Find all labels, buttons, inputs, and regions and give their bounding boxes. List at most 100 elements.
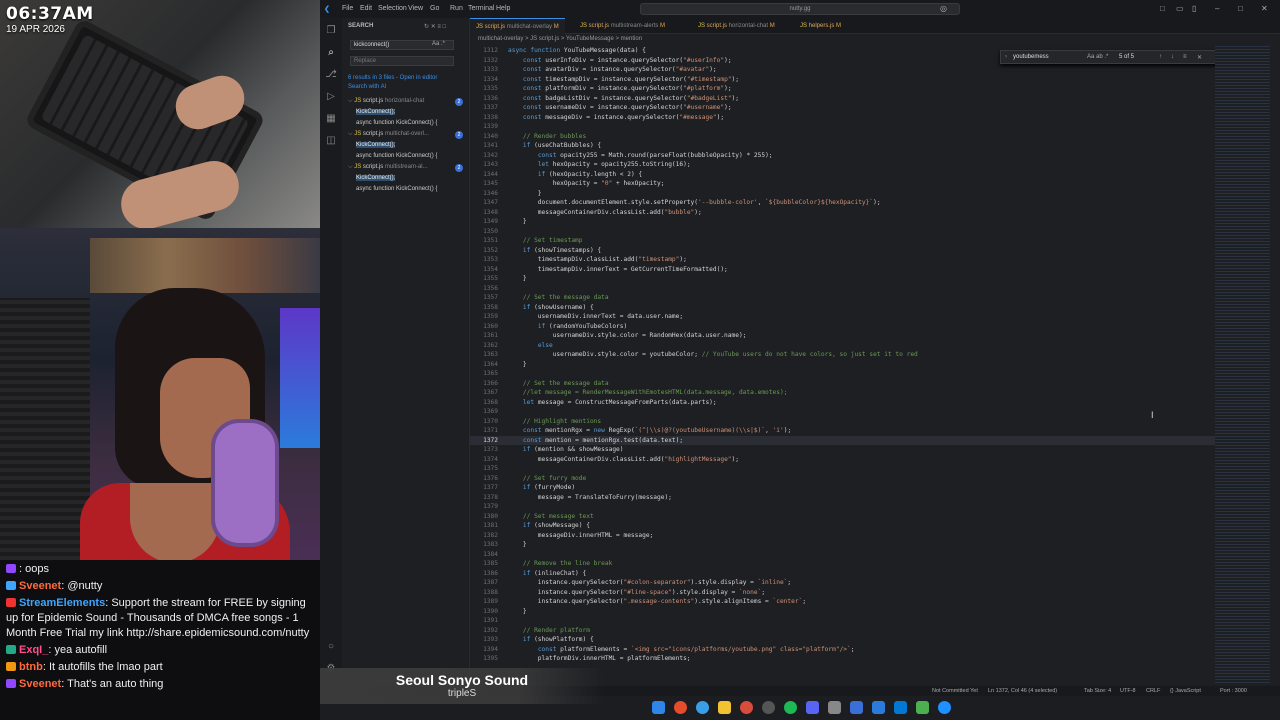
chevron-right-icon[interactable]: ›	[1005, 54, 1007, 60]
code-line[interactable]: 1351 // Set timestamp	[470, 236, 1230, 246]
app-icon[interactable]	[916, 701, 929, 714]
code-line[interactable]: 1394 const platformElements = `<img src=…	[470, 645, 1230, 655]
replace-input[interactable]: Replace	[350, 56, 454, 66]
chrome-icon[interactable]	[674, 701, 687, 714]
sidebar-toggle-icon[interactable]: ▯	[1192, 4, 1196, 13]
code-line[interactable]: 1364 }	[470, 360, 1230, 370]
code-line[interactable]: 1337 const usernameDiv = instance.queryS…	[470, 103, 1230, 113]
find-close-icon[interactable]: ✕	[1197, 54, 1202, 61]
code-line[interactable]: 1388 instance.querySelector("#line-space…	[470, 588, 1230, 598]
code-line[interactable]: 1346 }	[470, 189, 1230, 199]
github-icon[interactable]	[762, 701, 775, 714]
menu-selection[interactable]: Selection	[378, 5, 407, 12]
code-line[interactable]: 1379	[470, 502, 1230, 512]
breadcrumb[interactable]: multichat-overlay > JS script.js > YouTu…	[470, 34, 1280, 44]
code-line[interactable]: 1391	[470, 616, 1230, 626]
menu-view[interactable]: View	[408, 5, 423, 12]
tab-size[interactable]: Tab Size: 4	[1084, 686, 1111, 696]
source-control-icon[interactable]: ⎇	[324, 68, 338, 82]
code-line[interactable]: 1347 document.documentElement.style.setP…	[470, 198, 1230, 208]
code-line[interactable]: 1369	[470, 407, 1230, 417]
code-line[interactable]: 1340 // Render bubbles	[470, 132, 1230, 142]
code-line[interactable]: 1349 }	[470, 217, 1230, 227]
code-line[interactable]: 1386 if (inlineChat) {	[470, 569, 1230, 579]
git-blame-status[interactable]: Not Committed Yet	[932, 686, 978, 696]
code-line[interactable]: 1390 }	[470, 607, 1230, 617]
code-line[interactable]: 1372 const mention = mentionRgx.test(dat…	[470, 435, 1230, 445]
code-editor[interactable]: 1312 async function YouTubeMessage(data) …	[470, 44, 1230, 666]
tab-script-js[interactable]: JS script.js horizontal-chat M	[692, 18, 781, 34]
find-prev-icon[interactable]: ↑	[1159, 54, 1162, 60]
code-line[interactable]: 1362 else	[470, 341, 1230, 351]
app-icon[interactable]	[850, 701, 863, 714]
code-line[interactable]: 1366 // Set the message data	[470, 379, 1230, 389]
code-line[interactable]: 1368 let message = ConstructMessageFromP…	[470, 398, 1230, 408]
match-case-icon[interactable]: Aa .*	[432, 41, 445, 47]
line-ending[interactable]: CRLF	[1146, 686, 1160, 696]
search-result-item[interactable]: KickConnect();	[356, 175, 396, 181]
chat-username[interactable]: StreamElements	[19, 597, 105, 609]
chat-username[interactable]: ExqI_	[19, 644, 48, 656]
code-line[interactable]: 1395 platformDiv.innerHTML = platformEle…	[470, 654, 1230, 664]
search-result-file[interactable]: ⌵ JS script.js multichat-overl...	[348, 131, 429, 138]
close-icon[interactable]: ✕	[1261, 4, 1268, 13]
code-line[interactable]: 1377 if (furryMode)	[470, 483, 1230, 493]
search-with-ai-link[interactable]: Search with AI	[348, 84, 386, 90]
search-result-item[interactable]: async function KickConnect() {	[356, 153, 437, 159]
code-line[interactable]: 1338 const messageDiv = instance.querySe…	[470, 113, 1230, 123]
tab-script-js[interactable]: JS script.js multistream-alerts M	[574, 18, 671, 34]
remote-icon[interactable]: ◫	[324, 134, 338, 148]
layout-icon[interactable]: □	[1160, 4, 1165, 13]
code-line[interactable]: 1333 const avatarDiv = instance.querySel…	[470, 65, 1230, 75]
panel-icon[interactable]: ▭	[1176, 4, 1184, 13]
code-line[interactable]: 1376 // Set furry mode	[470, 474, 1230, 484]
menu-go[interactable]: Go	[430, 5, 439, 12]
minimap[interactable]	[1215, 44, 1270, 684]
search-result-file[interactable]: ⌵ JS script.js horizontal-chat	[348, 98, 424, 105]
code-line[interactable]: 1348 messageContainerDiv.classList.add("…	[470, 208, 1230, 218]
code-line[interactable]: 1341 if (useChatBubbles) {	[470, 141, 1230, 151]
code-line[interactable]: 1334 const timestampDiv = instance.query…	[470, 75, 1230, 85]
app-icon[interactable]	[828, 701, 841, 714]
code-line[interactable]: 1363 usernameDiv.style.color = youtubeCo…	[470, 350, 1230, 360]
code-line[interactable]: 1358 if (showUsername) {	[470, 303, 1230, 313]
language-mode[interactable]: {} JavaScript	[1170, 686, 1201, 696]
results-summary[interactable]: 6 results in 3 files - Open in editor	[348, 75, 437, 81]
code-line[interactable]: 1353 timestampDiv.classList.add("timesta…	[470, 255, 1230, 265]
menu-file[interactable]: File	[342, 5, 353, 12]
code-line[interactable]: 1375	[470, 464, 1230, 474]
encoding[interactable]: UTF-8	[1120, 686, 1136, 696]
refresh-icon[interactable]: ↻ ✕ ≡ □	[424, 23, 446, 30]
code-line[interactable]: 1382 messageDiv.innerHTML = message;	[470, 531, 1230, 541]
search-result-item[interactable]: KickConnect();	[356, 109, 396, 115]
find-options[interactable]: Aa ab .*	[1087, 54, 1108, 60]
find-input[interactable]: youtubemess	[1013, 54, 1049, 60]
code-line[interactable]: 1345 hexOpacity = "0" + hexOpacity;	[470, 179, 1230, 189]
minimize-icon[interactable]: –	[1215, 4, 1219, 13]
tab-helpers-js[interactable]: JS helpers.js M	[794, 18, 847, 34]
code-line[interactable]: 1378 message = TranslateToFurry(message)…	[470, 493, 1230, 503]
search-result-item[interactable]: async function KickConnect() {	[356, 186, 437, 192]
spotify-icon[interactable]	[784, 701, 797, 714]
find-selection-icon[interactable]: ≡	[1183, 54, 1187, 60]
code-line[interactable]: 1343 let hexOpacity = opacity255.toStrin…	[470, 160, 1230, 170]
code-line[interactable]: 1335 const platformDiv = instance.queryS…	[470, 84, 1230, 94]
menu-terminal[interactable]: Terminal	[468, 5, 494, 12]
code-line[interactable]: 1385 // Remove the line break	[470, 559, 1230, 569]
code-line[interactable]: 1389 instance.querySelector(".message-co…	[470, 597, 1230, 607]
search-icon[interactable]: ⌕	[324, 46, 338, 60]
code-line[interactable]: 1361 usernameDiv.style.color = RandomHex…	[470, 331, 1230, 341]
code-line[interactable]: 1359 usernameDiv.innerText = data.user.n…	[470, 312, 1230, 322]
windows-start-icon[interactable]	[652, 701, 665, 714]
code-line[interactable]: 1374 messageContainerDiv.classList.add("…	[470, 455, 1230, 465]
search-result-file[interactable]: ⌵ JS script.js multistream-al...	[348, 164, 428, 171]
code-line[interactable]: 1350	[470, 227, 1230, 237]
chat-username[interactable]: btnb	[19, 661, 43, 673]
code-line[interactable]: 1384	[470, 550, 1230, 560]
extensions-icon[interactable]: ▦	[324, 112, 338, 126]
code-line[interactable]: 1336 const badgeListDiv = instance.query…	[470, 94, 1230, 104]
run-debug-icon[interactable]: ▷	[324, 90, 338, 104]
explorer-icon[interactable]: ❐	[324, 24, 338, 38]
maximize-icon[interactable]: □	[1238, 4, 1243, 13]
code-line[interactable]: 1367 //let message = RenderMessageWithEm…	[470, 388, 1230, 398]
